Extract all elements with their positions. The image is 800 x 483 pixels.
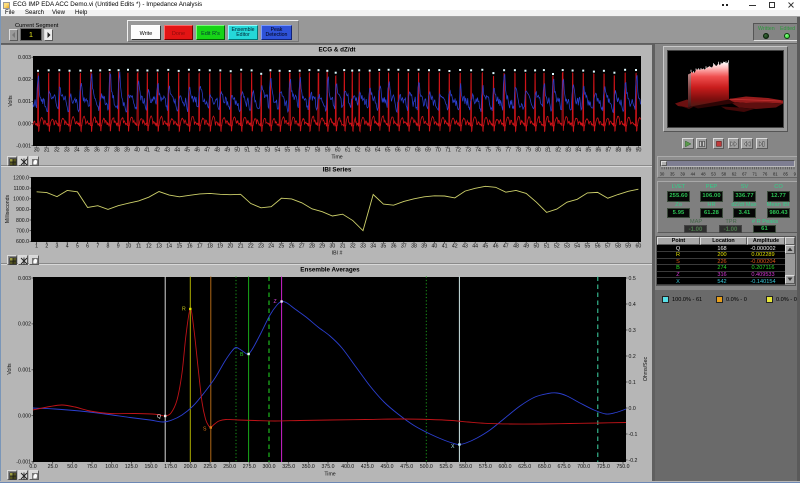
svg-text:76: 76: [763, 172, 768, 177]
svg-text:44: 44: [691, 172, 696, 177]
svg-text:58: 58: [721, 172, 726, 177]
svg-text:39: 39: [680, 172, 685, 177]
svg-text:48: 48: [701, 172, 706, 177]
svg-text:81: 81: [773, 172, 778, 177]
svg-text:30: 30: [660, 172, 665, 177]
svg-text:35: 35: [670, 172, 675, 177]
svg-text:67: 67: [742, 172, 747, 177]
svg-text:85: 85: [783, 172, 788, 177]
svg-text:62: 62: [732, 172, 737, 177]
svg-text:71: 71: [752, 172, 757, 177]
svg-text:53: 53: [711, 172, 716, 177]
svg-text:90: 90: [794, 172, 796, 177]
